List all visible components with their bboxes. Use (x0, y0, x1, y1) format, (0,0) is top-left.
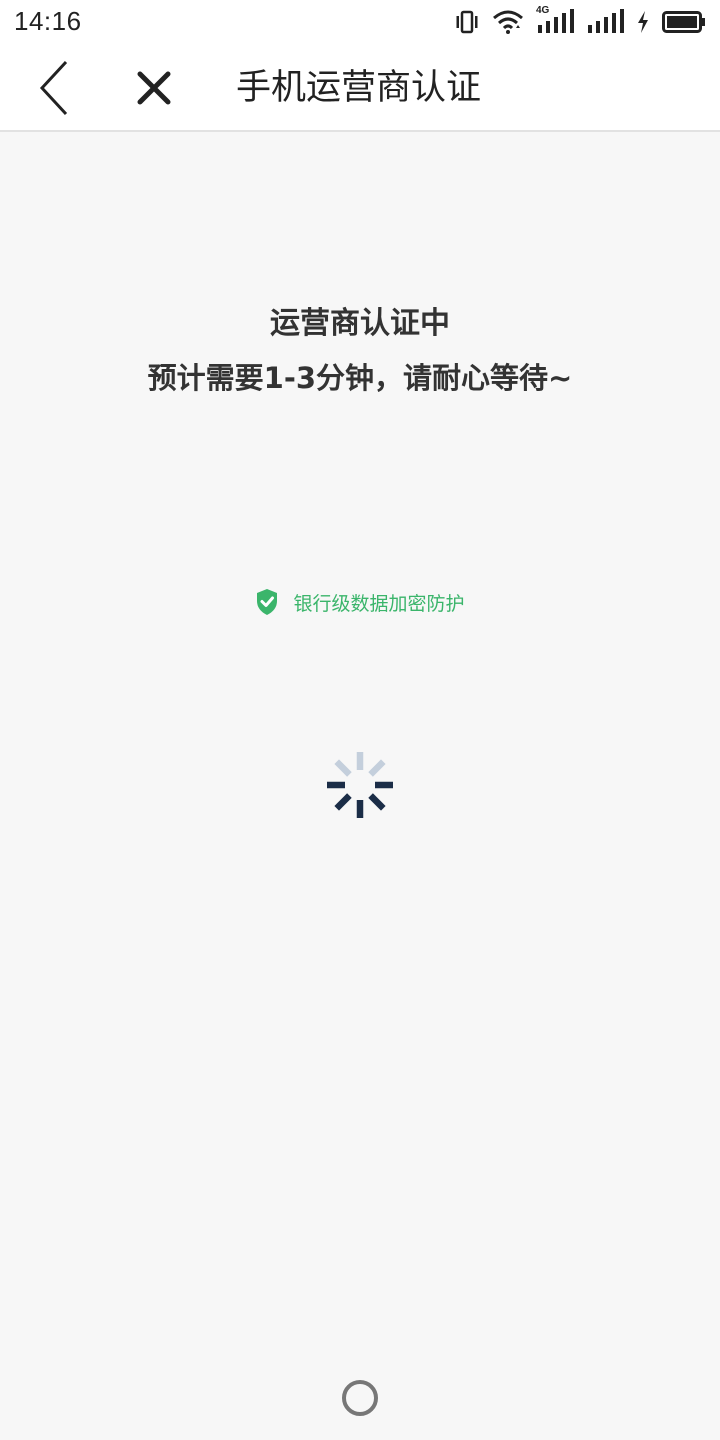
page-title: 手机运营商认证 (236, 68, 482, 108)
security-notice-text: 银行级数据加密防护 (293, 593, 465, 615)
close-icon (137, 71, 171, 105)
chevron-left-icon (39, 60, 68, 116)
battery-icon (662, 9, 706, 35)
security-notice: 银行级数据加密防护 (0, 588, 720, 620)
loading-spinner-icon (327, 752, 393, 818)
shield-check-icon (255, 588, 279, 620)
wifi-icon (492, 9, 524, 35)
charging-icon (636, 9, 650, 35)
status-time: 14:16 (14, 6, 82, 36)
vibrate-icon (454, 9, 480, 35)
signal-icon (586, 9, 624, 35)
nav-bar: 手机运营商认证 (0, 44, 720, 132)
signal-4g-icon: 4G (536, 5, 574, 35)
home-button[interactable] (342, 1380, 378, 1416)
back-button[interactable] (28, 58, 88, 118)
main-content: 运营商认证中 预计需要1-3分钟，请耐心等待~ 银行级数据加密防护 (0, 134, 720, 1440)
status-icons: 4G (454, 5, 706, 36)
status-bar: 14:16 4G (0, 0, 720, 44)
verification-status-title: 运营商认证中 (270, 306, 450, 341)
verification-wait-hint: 预计需要1-3分钟，请耐心等待~ (147, 361, 573, 395)
close-button[interactable] (124, 58, 184, 118)
loading-spinner (325, 750, 395, 820)
